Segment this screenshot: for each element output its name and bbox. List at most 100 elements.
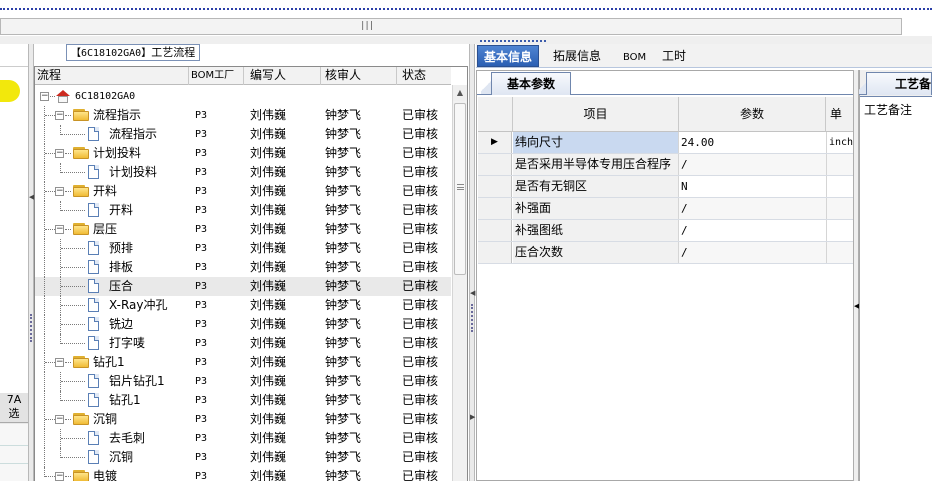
header-writer[interactable]: 编写人 [244, 67, 321, 85]
param-unit [826, 242, 853, 263]
param-value[interactable]: / [679, 220, 826, 241]
collapse-icon[interactable]: − [55, 358, 64, 367]
tree-row-status: 已审核 [402, 203, 439, 217]
tree-folder-row[interactable]: − 钻孔1 P3 刘伟巍 钟梦飞 已审核 [35, 353, 451, 372]
tree-row-reviewer: 钟梦飞 [325, 279, 362, 293]
tree-row-writer: 刘伟巍 [250, 146, 287, 160]
param-row[interactable]: 压合次数 / [478, 242, 853, 264]
tree-row-writer: 刘伟巍 [250, 374, 287, 388]
param-row[interactable]: 补强面 / [478, 198, 853, 220]
scroll-up-icon[interactable]: ▲ [453, 85, 467, 101]
param-row[interactable]: 补强图纸 / [478, 220, 853, 242]
header-reviewer[interactable]: 核审人 [321, 67, 397, 85]
tree-vertical-scrollbar[interactable]: ▲ [452, 85, 467, 481]
tree-step-row[interactable]: 打字唛 P3 刘伟巍 钟梦飞 已审核 [35, 334, 451, 353]
collapse-icon[interactable]: − [55, 187, 64, 196]
collapse-icon[interactable]: − [55, 111, 64, 120]
tree-root-row[interactable]: − 6C18102GA0 [35, 87, 451, 106]
grid-corner [478, 97, 513, 132]
scroll-thumb[interactable] [454, 103, 466, 275]
folder-icon [73, 109, 89, 121]
header-flow[interactable]: 流程 [35, 67, 189, 85]
tree-row-bom: P3 [195, 338, 208, 349]
collapse-icon[interactable]: − [55, 149, 64, 158]
process-group-label: 工艺流程 [151, 46, 196, 59]
param-item: 是否有无铜区 [513, 176, 679, 197]
tree-folder-row[interactable]: − 开料 P3 刘伟巍 钟梦飞 已审核 [35, 182, 451, 201]
document-icon [88, 203, 99, 217]
tree-step-row[interactable]: 沉铜 P3 刘伟巍 钟梦飞 已审核 [35, 448, 451, 467]
process-notes-content [860, 96, 932, 481]
current-row-indicator-icon[interactable]: ▶ [478, 132, 512, 153]
splitter-arrow-icon[interactable]: ▶ [470, 414, 475, 421]
param-value[interactable]: N [679, 176, 826, 197]
grid-header-unit[interactable]: 单 [826, 97, 853, 132]
process-notes-label: 工艺备注 [864, 103, 913, 117]
tree-step-row[interactable]: 钻孔1 P3 刘伟巍 钟梦飞 已审核 [35, 391, 451, 410]
tab-process-notes[interactable]: 工艺备 [866, 72, 932, 95]
tab-extended-info[interactable]: 拓展信息 [547, 45, 607, 67]
tab-basic-params[interactable]: 基本参数 [491, 72, 571, 95]
param-row[interactable]: 是否采用半导体专用压合程序 / [478, 154, 853, 176]
tree-step-row[interactable]: X-Ray冲孔 P3 刘伟巍 钟梦飞 已审核 [35, 296, 451, 315]
tree-step-row[interactable]: 流程指示 P3 刘伟巍 钟梦飞 已审核 [35, 125, 451, 144]
tree-step-row[interactable]: 铣边 P3 刘伟巍 钟梦飞 已审核 [35, 315, 451, 334]
collapse-icon[interactable]: − [40, 92, 49, 101]
param-value[interactable]: 24.00 [679, 132, 826, 153]
header-status[interactable]: 状态 [397, 67, 451, 85]
collapse-icon[interactable]: − [55, 225, 64, 234]
scroll-grip-icon[interactable]: ||| [360, 21, 374, 32]
param-value[interactable]: / [679, 198, 826, 219]
tree-row-writer: 刘伟巍 [250, 431, 287, 445]
tree-step-row[interactable]: 排板 P3 刘伟巍 钟梦飞 已审核 [35, 258, 451, 277]
grid-header-param[interactable]: 参数 [679, 97, 826, 132]
param-item: 是否采用半导体专用压合程序 [513, 154, 679, 175]
tree-row-label: 计划投料 [109, 165, 158, 179]
row-header[interactable] [478, 242, 512, 263]
tree-row-writer: 刘伟巍 [250, 469, 287, 481]
tree-folder-row[interactable]: − 流程指示 P3 刘伟巍 钟梦飞 已审核 [35, 106, 451, 125]
tree-row-bom: P3 [195, 224, 208, 235]
tree-folder-row[interactable]: − 电镀 P3 刘伟巍 钟梦飞 已审核 [35, 467, 451, 481]
tree-row-status: 已审核 [402, 184, 439, 198]
tree-folder-row[interactable]: − 层压 P3 刘伟巍 钟梦飞 已审核 [35, 220, 451, 239]
row-header[interactable] [478, 154, 512, 175]
param-row[interactable]: 是否有无铜区 N [478, 176, 853, 198]
tree-step-row[interactable]: 去毛刺 P3 刘伟巍 钟梦飞 已审核 [35, 429, 451, 448]
tree-step-row[interactable]: 开料 P3 刘伟巍 钟梦飞 已审核 [35, 201, 451, 220]
tree-row-status: 已审核 [402, 260, 439, 274]
tree-step-row[interactable]: 计划投料 P3 刘伟巍 钟梦飞 已审核 [35, 163, 451, 182]
collapse-icon[interactable]: − [55, 415, 64, 424]
param-row[interactable]: ▶ 纬向尺寸 24.00 inch [478, 132, 853, 154]
row-header[interactable] [478, 176, 512, 197]
left-panel-column-header[interactable]: 7A 选 [0, 393, 28, 423]
tree-step-row[interactable]: 铝片钻孔1 P3 刘伟巍 钟梦飞 已审核 [35, 372, 451, 391]
tree-row-bom: P3 [195, 300, 208, 311]
row-header[interactable] [478, 198, 512, 219]
middle-splitter[interactable]: ◀ ▶ [469, 44, 475, 481]
splitter-arrow-icon[interactable]: ◀ [470, 290, 475, 297]
param-item: 补强面 [513, 198, 679, 219]
tree-folder-row[interactable]: − 沉铜 P3 刘伟巍 钟梦飞 已审核 [35, 410, 451, 429]
folder-icon [73, 413, 89, 425]
tree-row-status: 已审核 [402, 279, 439, 293]
collapse-icon[interactable]: − [55, 472, 64, 481]
tab-bom[interactable]: BOM [617, 47, 652, 69]
left-panel-cells [0, 424, 28, 481]
param-value[interactable]: / [679, 242, 826, 263]
tab-work-hours[interactable]: 工时 [656, 45, 692, 67]
tab-basic-info[interactable]: 基本信息 [477, 45, 540, 67]
document-icon [88, 241, 99, 255]
tree-root-label: 6C18102GA0 [75, 91, 136, 102]
tree-row-reviewer: 钟梦飞 [325, 222, 362, 236]
horizontal-scrollbar[interactable] [0, 18, 902, 35]
header-bom-factory[interactable]: BOM工厂 [189, 67, 244, 85]
tree-row-status: 已审核 [402, 108, 439, 122]
grid-header-item[interactable]: 项目 [513, 97, 679, 132]
tree-row-reviewer: 钟梦飞 [325, 374, 362, 388]
tree-step-row[interactable]: 预排 P3 刘伟巍 钟梦飞 已审核 [35, 239, 451, 258]
row-header[interactable] [478, 220, 512, 241]
param-value[interactable]: / [679, 154, 826, 175]
tree-folder-row[interactable]: − 计划投料 P3 刘伟巍 钟梦飞 已审核 [35, 144, 451, 163]
tree-step-row[interactable]: 压合 P3 刘伟巍 钟梦飞 已审核 [35, 277, 451, 296]
